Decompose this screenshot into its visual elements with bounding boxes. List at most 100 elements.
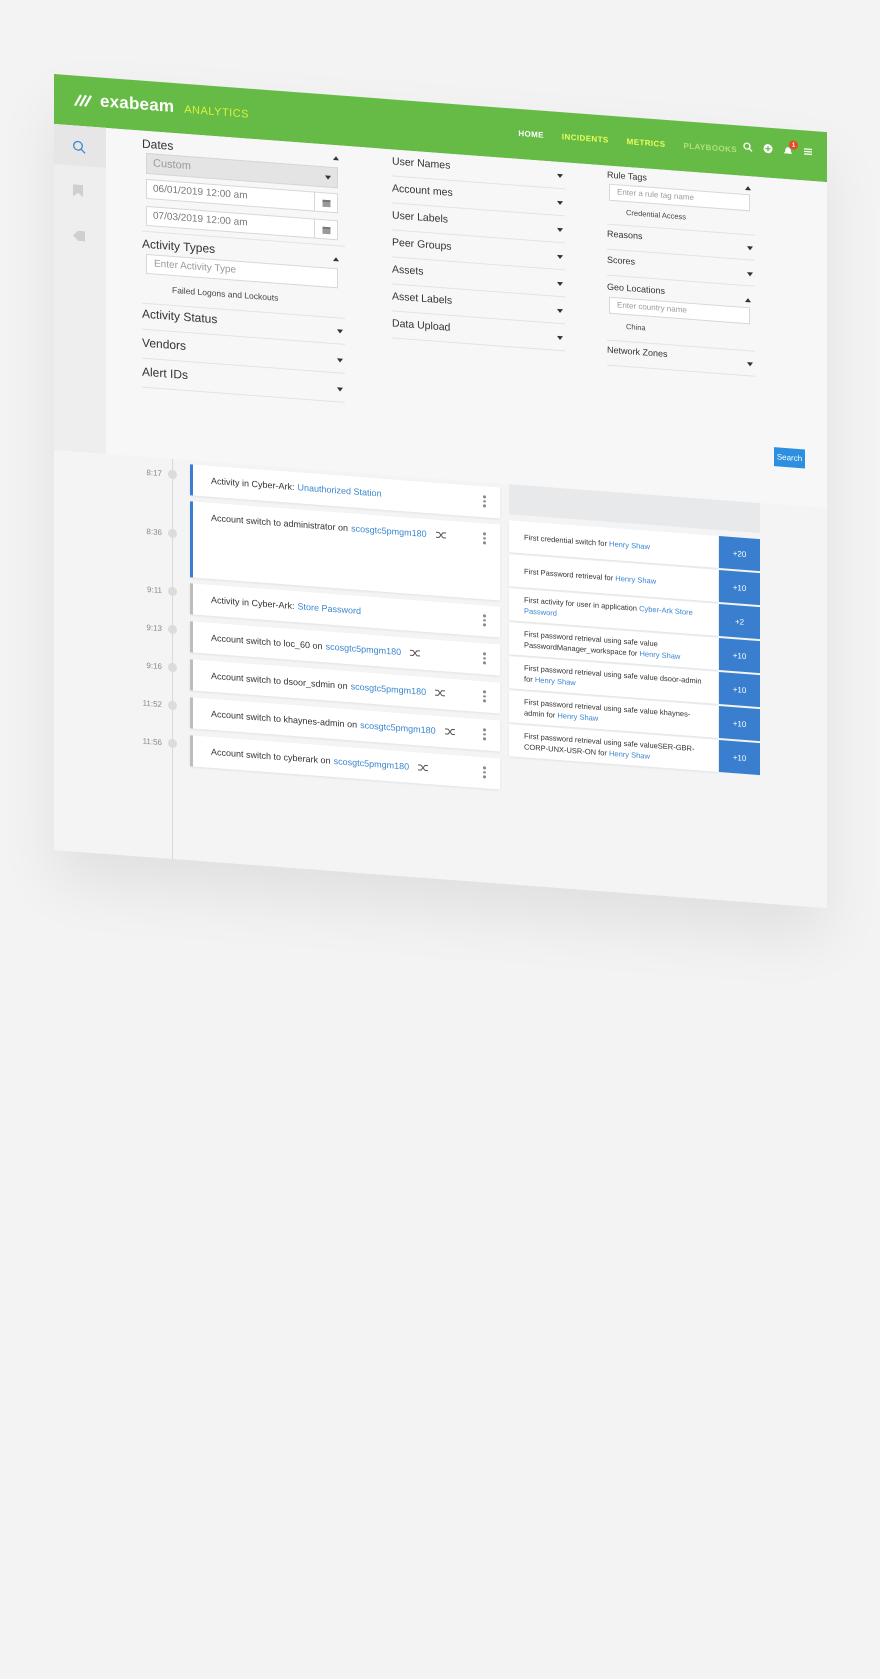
more-icon[interactable] (483, 614, 486, 628)
event-link[interactable]: Store Password (298, 601, 362, 616)
asset-labels-label: Asset Labels (392, 290, 453, 307)
event-text: Account switch to khaynes-admin on scosg… (211, 709, 455, 737)
more-icon[interactable] (483, 766, 486, 780)
event-text: Account switch to cyberark on scosgtc5pm… (211, 746, 429, 773)
search-button[interactable]: Search (774, 447, 805, 469)
risk-description: First password retrieval using safe valu… (524, 697, 691, 720)
selected-rule-tag[interactable]: Credential Access (626, 208, 686, 222)
calendar-icon[interactable] (314, 219, 337, 240)
risk-user-link[interactable]: Henry Shaw (609, 539, 650, 551)
event-card[interactable]: Account switch to administrator on scosg… (190, 501, 500, 601)
timeline-dot (168, 624, 177, 635)
menu-icon[interactable] (803, 146, 813, 157)
event-time: 8:36 (146, 526, 162, 538)
event-time: 9:11 (147, 584, 162, 596)
exabeam-logo-icon (74, 94, 92, 107)
collapse-icon[interactable] (745, 185, 751, 191)
event-description: Activity in Cyber-Ark: (211, 594, 295, 612)
risk-score: +10 (719, 672, 760, 708)
event-description: Account switch to cyberark on (211, 746, 331, 766)
timeline-dot (168, 469, 177, 480)
event-time: 11:56 (142, 736, 162, 748)
user-names-label: User Names (392, 155, 451, 172)
risk-description: First password retrieval using safe valu… (524, 629, 658, 658)
brand-name: exabeam (100, 91, 175, 117)
country-input[interactable]: Enter country name (609, 296, 750, 325)
network-zones-label: Network Zones (607, 344, 668, 360)
app-window: exabeam ANALYTICS HOME INCIDENTS METRICS… (54, 74, 827, 909)
risk-user-link[interactable]: Henry Shaw (557, 711, 598, 723)
rule-tag-input[interactable]: Enter a rule tag name (609, 183, 750, 212)
collapse-icon[interactable] (333, 256, 339, 262)
chevron-down-icon (337, 358, 343, 363)
toolbar: 1 (743, 140, 813, 157)
search-icon[interactable] (743, 142, 753, 153)
event-text: Activity in Cyber-Ark: Unauthorized Stat… (211, 476, 382, 499)
event-description: Account switch to khaynes-admin on (211, 708, 358, 730)
event-link[interactable]: scosgtc5pmgm180 (326, 641, 402, 657)
notifications[interactable]: 1 (783, 140, 798, 156)
network-zones-filter[interactable]: Network Zones (607, 339, 755, 377)
collapse-icon[interactable] (745, 297, 751, 303)
event-time: 9:16 (146, 660, 162, 672)
risk-user-link[interactable]: Henry Shaw (639, 649, 680, 661)
chevron-down-icon (557, 200, 563, 206)
scores-label: Scores (607, 254, 636, 267)
more-icon[interactable] (483, 728, 486, 742)
chevron-down-icon (557, 281, 563, 287)
selected-activity-type[interactable]: Failed Logons and Lockouts (172, 285, 278, 303)
chevron-down-icon (557, 173, 563, 179)
timeline-axis (172, 458, 173, 859)
more-icon[interactable] (483, 495, 486, 509)
vendors-label: Vendors (142, 335, 187, 353)
nav-playbooks[interactable]: PLAYBOOKS (683, 141, 737, 154)
activity-type-input[interactable]: Enter Activity Type (146, 253, 338, 289)
nav-incidents[interactable]: INCIDENTS (562, 132, 609, 145)
country-placeholder: Enter country name (617, 300, 687, 315)
nav-metrics[interactable]: METRICS (627, 137, 666, 149)
geo-locations-title: Geo Locations (607, 281, 666, 296)
risk-score: +10 (719, 706, 760, 742)
shuffle-icon (410, 649, 421, 657)
add-icon[interactable] (763, 143, 773, 154)
risk-score: +10 (719, 570, 760, 606)
more-icon[interactable] (483, 532, 486, 546)
nav-home[interactable]: HOME (518, 129, 544, 140)
selected-country[interactable]: China (626, 322, 646, 332)
event-link[interactable]: scosgtc5pmgm180 (334, 756, 410, 772)
timeline-dot (168, 700, 177, 711)
event-description: Account switch to loc_60 on (211, 632, 323, 652)
timeline-dot (168, 586, 177, 597)
search-nav-icon[interactable] (72, 139, 86, 154)
event-time: 8:17 (146, 467, 162, 479)
risk-user-link[interactable]: Henry Shaw (615, 574, 656, 586)
reasons-label: Reasons (607, 228, 643, 242)
risk-user-link[interactable]: Henry Shaw (535, 675, 576, 687)
notification-badge: 1 (789, 140, 798, 150)
event-link[interactable]: Unauthorized Station (298, 482, 382, 498)
collapse-icon[interactable] (333, 155, 339, 161)
bookmark-icon[interactable] (72, 183, 84, 198)
left-sidebar (54, 124, 106, 454)
risk-user-link[interactable]: Henry Shaw (609, 749, 650, 761)
product-name: ANALYTICS (184, 103, 249, 121)
event-link[interactable]: scosgtc5pmgm180 (351, 523, 427, 539)
chevron-down-icon (337, 329, 343, 334)
start-date-value: 06/01/2019 12:00 am (153, 183, 248, 202)
timeline-dot (168, 662, 177, 673)
rule-tags-title: Rule Tags (607, 169, 647, 183)
calendar-icon[interactable] (314, 192, 337, 213)
risk-reason-text: First Password retrieval for Henry Shaw (524, 566, 709, 591)
event-link[interactable]: scosgtc5pmgm180 (351, 681, 427, 697)
peer-groups-label: Peer Groups (392, 236, 452, 253)
event-link[interactable]: scosgtc5pmgm180 (360, 720, 436, 736)
activity-type-placeholder: Enter Activity Type (154, 258, 237, 276)
logo[interactable]: exabeam ANALYTICS (74, 90, 249, 123)
more-icon[interactable] (483, 652, 486, 666)
more-icon[interactable] (483, 690, 486, 704)
tag-icon[interactable] (72, 229, 86, 242)
user-labels-label: User Labels (392, 209, 449, 226)
risk-score: +20 (719, 536, 760, 572)
assets-label: Assets (392, 263, 424, 278)
timeline-dot (168, 738, 177, 749)
